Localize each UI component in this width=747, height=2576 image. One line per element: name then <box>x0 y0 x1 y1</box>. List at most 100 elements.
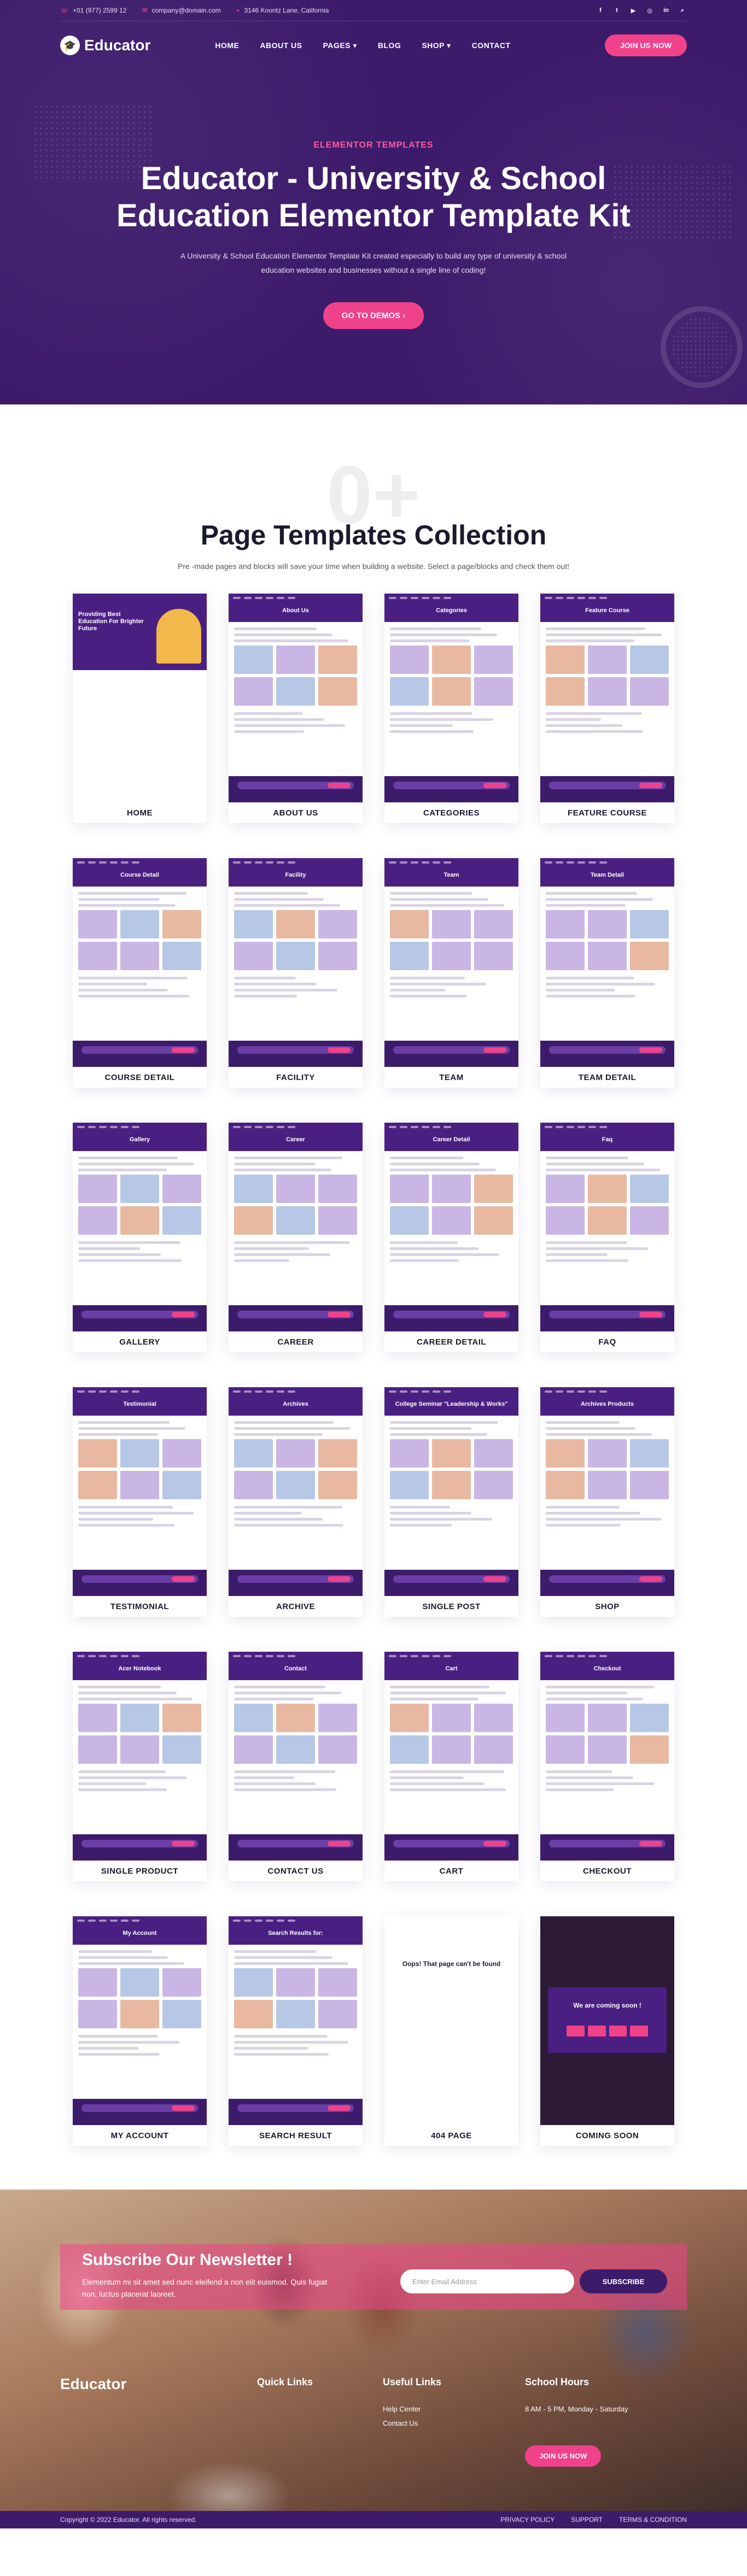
template-card-label[interactable]: ABOUT US <box>229 802 363 823</box>
footer-join-button[interactable]: JOIN US NOW <box>525 2445 602 2467</box>
support-link[interactable]: SUPPORT <box>571 2516 603 2524</box>
privacy-policy-link[interactable]: PRIVACY POLICY <box>500 2516 555 2524</box>
preview-header: Contact <box>229 1652 363 1680</box>
template-card[interactable]: We are coming soon ! COMING SOON <box>540 1916 674 2146</box>
template-card[interactable]: Contact CONTACT US <box>229 1652 363 1881</box>
template-card[interactable]: Feature Course FEATURE COURSE <box>540 594 674 823</box>
join-us-button[interactable]: JOIN US NOW <box>604 34 687 56</box>
template-card-label[interactable]: FAQ <box>540 1331 674 1352</box>
preview-footer <box>540 1305 674 1331</box>
preview-heading: Archives <box>283 1401 308 1407</box>
template-card[interactable]: Facility FACILITY <box>229 858 363 1088</box>
youtube-icon[interactable]: ▶ <box>629 6 638 15</box>
instagram-icon[interactable]: ◎ <box>645 6 654 15</box>
template-card[interactable]: Cart CART <box>384 1652 518 1881</box>
template-card[interactable]: My Account MY ACCOUNT <box>73 1916 207 2146</box>
template-card[interactable]: Faq FAQ <box>540 1123 674 1352</box>
template-preview: Search Results for: <box>229 1916 363 2125</box>
nav-item-pages[interactable]: PAGES ▾ <box>323 41 357 50</box>
template-card[interactable]: Course Detail COURSE DETAIL <box>73 858 207 1088</box>
template-card[interactable]: About Us ABOUT US <box>229 594 363 823</box>
terms-link[interactable]: TERMS & CONDITION <box>619 2516 687 2524</box>
template-card-label[interactable]: CATEGORIES <box>384 802 518 823</box>
preview-header: Gallery <box>73 1123 207 1151</box>
template-card[interactable]: Team Detail TEAM DETAIL <box>540 858 674 1088</box>
preview-header: Categories <box>384 594 518 622</box>
template-preview: Team Detail <box>540 858 674 1067</box>
template-card-label[interactable]: COURSE DETAIL <box>73 1067 207 1088</box>
preview-heading: Gallery <box>129 1136 150 1143</box>
linkedin-icon[interactable]: in <box>662 6 670 15</box>
template-card-label[interactable]: GALLERY <box>73 1331 207 1352</box>
template-preview: Providing Best Education For Brighter Fu… <box>73 594 207 802</box>
template-card[interactable]: Gallery GALLERY <box>73 1123 207 1352</box>
brand-logo[interactable]: 🎓 Educator <box>60 36 150 55</box>
template-card[interactable]: Providing Best Education For Brighter Fu… <box>73 594 207 823</box>
preview-footer <box>540 1834 674 1861</box>
nav-item-shop[interactable]: SHOP ▾ <box>422 41 451 50</box>
template-card[interactable]: Team TEAM <box>384 858 518 1088</box>
template-card[interactable]: Testimonial TESTIMONIAL <box>73 1387 207 1617</box>
nav-item-contact[interactable]: CONTACT <box>472 41 511 50</box>
preview-header: Career Detail <box>384 1123 518 1151</box>
template-card[interactable]: Search Results for: SEARCH RESULT <box>229 1916 363 2146</box>
preview-heading: Providing Best Education For Brighter Fu… <box>78 611 144 632</box>
nav-item-blog[interactable]: BLOG <box>378 41 401 50</box>
template-card-label[interactable]: TESTIMONIAL <box>73 1596 207 1617</box>
preview-header: Cart <box>384 1652 518 1680</box>
template-card[interactable]: Categories CATEGORIES <box>384 594 518 823</box>
template-card-label[interactable]: HOME <box>73 802 207 823</box>
template-card-label[interactable]: CART <box>384 1861 518 1881</box>
facebook-icon[interactable]: f <box>596 6 605 15</box>
template-card-label[interactable]: FACILITY <box>229 1067 363 1088</box>
search-icon[interactable]: ⌕ <box>678 6 687 15</box>
template-card-label[interactable]: SHOP <box>540 1596 674 1617</box>
template-preview: Course Detail <box>73 858 207 1067</box>
template-card[interactable]: Archives ARCHIVE <box>229 1387 363 1617</box>
email-field[interactable]: Enter Email Address <box>400 2269 574 2293</box>
preview-hero: Providing Best Education For Brighter Fu… <box>73 594 207 670</box>
template-card[interactable]: Acer Notebook SINGLE PRODUCT <box>73 1652 207 1881</box>
go-to-demos-button[interactable]: GO TO DEMOS › <box>323 302 424 329</box>
template-card[interactable]: Checkout CHECKOUT <box>540 1652 674 1881</box>
preview-footer <box>384 1041 518 1067</box>
template-card-label[interactable]: CONTACT US <box>229 1861 363 1881</box>
template-card-label[interactable]: TEAM <box>384 1067 518 1088</box>
footer-logo[interactable]: Educator <box>60 2375 126 2393</box>
footer-link[interactable]: Help Center <box>383 2402 441 2416</box>
template-card[interactable]: Archives Products SHOP <box>540 1387 674 1617</box>
template-card-label[interactable]: CAREER DETAIL <box>384 1331 518 1352</box>
template-card-label[interactable]: SINGLE PRODUCT <box>73 1861 207 1881</box>
topbar-email[interactable]: ✉ company@domain.com <box>142 7 220 14</box>
hero-content: ELEMENTOR TEMPLATES Educator - Universit… <box>0 69 747 329</box>
footer-link[interactable]: Contact Us <box>383 2416 441 2431</box>
template-card-label[interactable]: 404 PAGE <box>384 2125 518 2146</box>
template-card[interactable]: Oops! That page can't be found 404 PAGE <box>384 1916 518 2146</box>
preview-header: Facility <box>229 858 363 887</box>
preview-heading: My Account <box>122 1930 157 1937</box>
nav-item-home[interactable]: HOME <box>215 41 239 50</box>
template-card[interactable]: Career Detail CAREER DETAIL <box>384 1123 518 1352</box>
preview-header: Archives <box>229 1387 363 1416</box>
template-card-label[interactable]: COMING SOON <box>540 2125 674 2146</box>
twitter-icon[interactable]: t <box>612 6 621 15</box>
template-card-label[interactable]: SINGLE POST <box>384 1596 518 1617</box>
nav-item-about[interactable]: ABOUT US <box>260 41 302 50</box>
newsletter-description: Elementum mi sit amet sed nunc eleifend … <box>82 2278 328 2298</box>
template-preview: Checkout <box>540 1652 674 1861</box>
template-card-label[interactable]: CHECKOUT <box>540 1861 674 1881</box>
subscribe-button[interactable]: SUBSCRIBE <box>580 2269 667 2293</box>
topbar-phone[interactable]: ☏ +01 (977) 2599 12 <box>60 7 126 14</box>
template-card-label[interactable]: FEATURE COURSE <box>540 802 674 823</box>
template-card[interactable]: Career CAREER <box>229 1123 363 1352</box>
template-card-label[interactable]: SEARCH RESULT <box>229 2125 363 2146</box>
template-card-label[interactable]: CAREER <box>229 1331 363 1352</box>
template-card-label[interactable]: ARCHIVE <box>229 1596 363 1617</box>
template-card[interactable]: College Seminar "Leadership & Works" SING… <box>384 1387 518 1617</box>
preview-heading: Faq <box>602 1136 613 1143</box>
template-card-label[interactable]: MY ACCOUNT <box>73 2125 207 2146</box>
template-preview: Gallery <box>73 1123 207 1331</box>
newsletter-title: Subscribe Our Newsletter ! <box>82 2251 293 2269</box>
preview-countdown-box: We are coming soon ! <box>548 1987 667 2053</box>
template-card-label[interactable]: TEAM DETAIL <box>540 1067 674 1088</box>
